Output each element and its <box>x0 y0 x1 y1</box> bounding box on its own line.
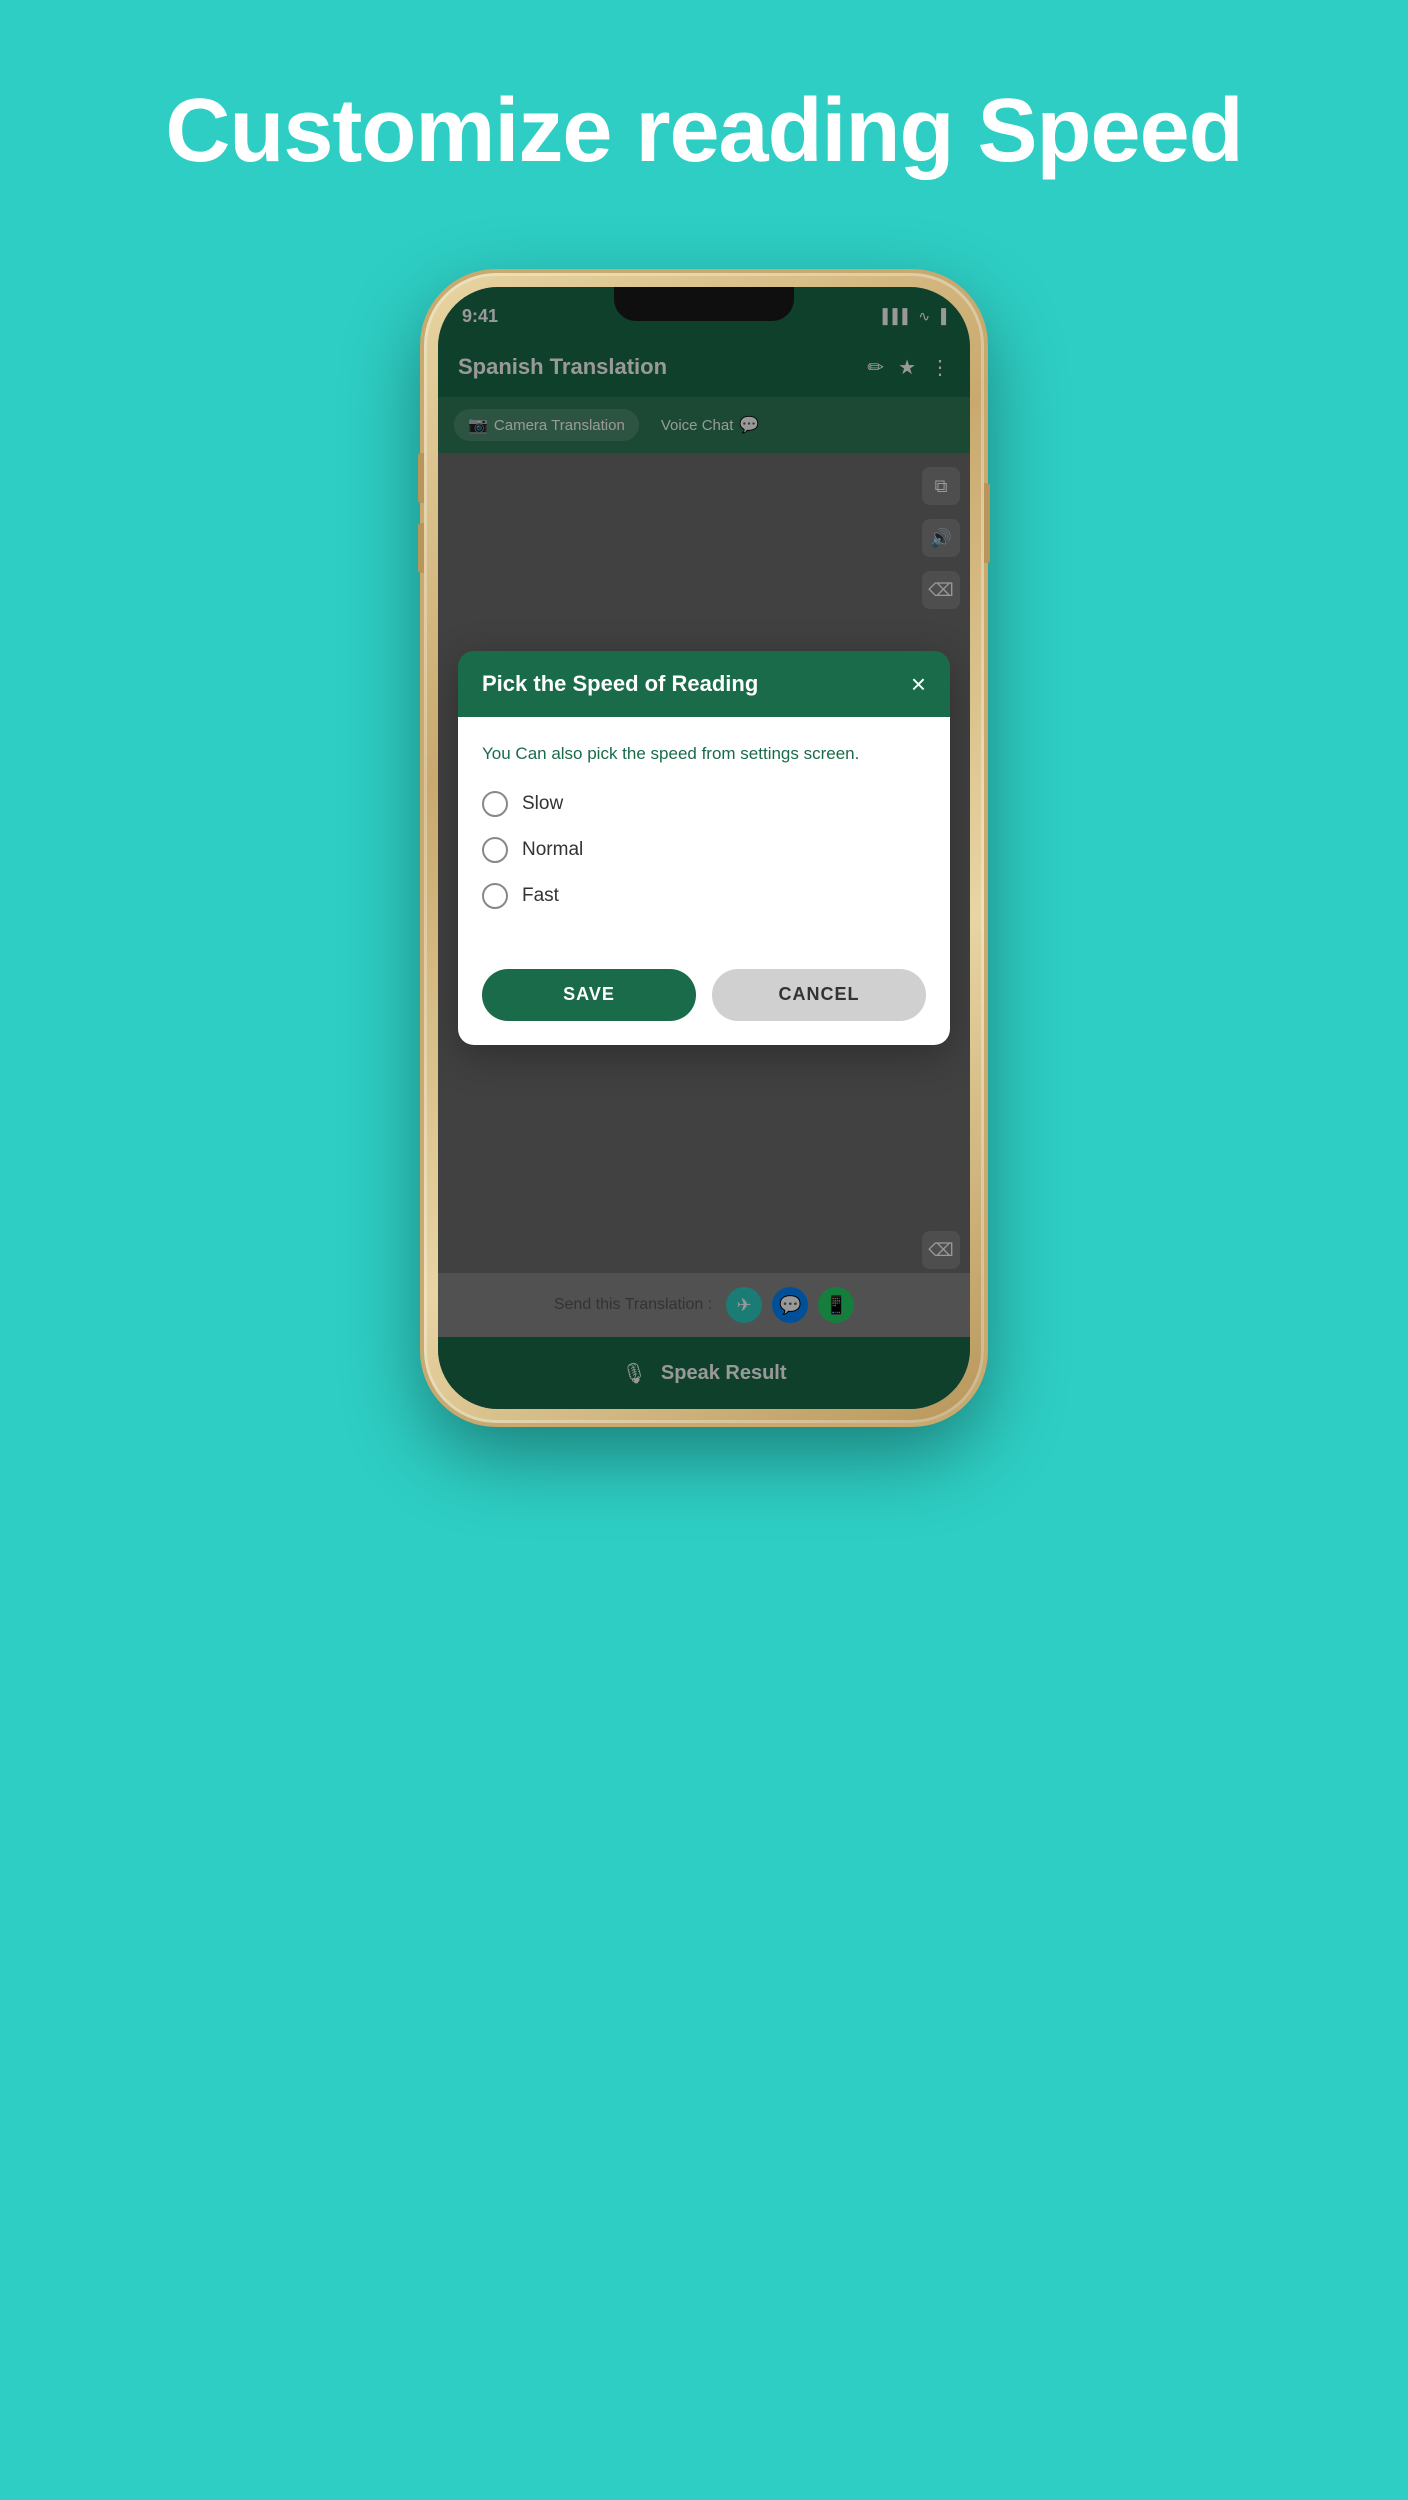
option-normal[interactable]: Normal <box>482 837 926 863</box>
power-button <box>984 483 990 563</box>
phone-screen: 9:41 ▌▌▌ ∿ ▐ Spanish Translation ✏ ★ ⋮ 📷… <box>438 287 970 1409</box>
volume-down-button <box>418 523 424 573</box>
modal-footer: SAVE CANCEL <box>458 953 950 1045</box>
radio-slow[interactable] <box>482 791 508 817</box>
option-slow[interactable]: Slow <box>482 791 926 817</box>
fast-label: Fast <box>522 885 559 907</box>
radio-normal[interactable] <box>482 837 508 863</box>
modal-header: Pick the Speed of Reading × <box>458 651 950 717</box>
normal-label: Normal <box>522 839 583 861</box>
phone-mockup: 9:41 ▌▌▌ ∿ ▐ Spanish Translation ✏ ★ ⋮ 📷… <box>424 273 984 1423</box>
modal-close-button[interactable]: × <box>911 671 926 697</box>
cancel-button[interactable]: CANCEL <box>712 969 926 1021</box>
page-title: Customize reading Speed <box>165 80 1242 183</box>
option-fast[interactable]: Fast <box>482 883 926 909</box>
volume-up-button <box>418 453 424 503</box>
speed-modal: Pick the Speed of Reading × You Can also… <box>458 651 950 1045</box>
modal-description: You Can also pick the speed from setting… <box>482 741 926 767</box>
modal-body: You Can also pick the speed from setting… <box>458 717 950 953</box>
slow-label: Slow <box>522 793 563 815</box>
modal-title: Pick the Speed of Reading <box>482 671 758 697</box>
save-button[interactable]: SAVE <box>482 969 696 1021</box>
modal-overlay: Pick the Speed of Reading × You Can also… <box>438 287 970 1409</box>
radio-fast[interactable] <box>482 883 508 909</box>
